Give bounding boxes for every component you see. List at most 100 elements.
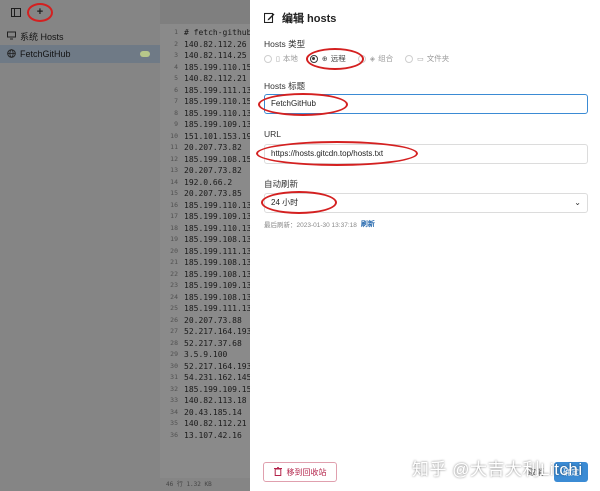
sidebar-item-label: FetchGitHub [20, 49, 71, 59]
auto-refresh-select[interactable]: 24 小时 ⌄ [264, 193, 588, 213]
line-number: 29 [170, 350, 178, 358]
code-line: 185.199.109.133 [184, 212, 250, 221]
line-number: 34 [170, 407, 178, 416]
radio-button[interactable] [405, 54, 414, 63]
enable-toggle[interactable] [140, 51, 150, 57]
plus-icon: + [36, 5, 44, 18]
line-number: 24 [170, 292, 178, 301]
line-number: 17 [170, 212, 178, 220]
code-line: 185.199.108.133 [184, 292, 250, 302]
layers-icon: ◈ [369, 55, 376, 63]
auto-refresh-label: 自动刷新 [264, 179, 299, 189]
code-line: # fetch-github-hosts [184, 28, 250, 37]
sidebar-item-fetchgithub[interactable]: FetchGitHub [0, 45, 160, 63]
code-line: 140.82.112.21 [184, 419, 247, 428]
line-number: 14 [170, 177, 178, 186]
type-option-local[interactable]: ▯ 本地 [264, 53, 298, 64]
line-number: 5 [174, 74, 178, 82]
code-line: 192.0.66.2 [184, 177, 233, 187]
code-line: 52.217.37.68 [184, 338, 242, 348]
line-number: 27 [170, 327, 178, 335]
sidebar-toggle-icon[interactable] [8, 4, 24, 20]
type-option-remote[interactable]: ⊕ 远程 [309, 53, 346, 64]
line-number: 30 [170, 361, 178, 370]
sidebar-item-system-hosts[interactable]: 系统 Hosts [0, 27, 160, 45]
code-line: 20.207.73.82 [184, 166, 242, 175]
code-line: 185.199.110.133 [184, 108, 250, 118]
line-number: 10 [170, 131, 178, 140]
line-number: 12 [170, 154, 178, 163]
code-line: 140.82.114.25 [184, 51, 247, 60]
code-line: 185.199.108.133 [184, 269, 250, 279]
code-line: 20.43.185.14 [184, 407, 242, 417]
radio-button[interactable] [264, 54, 272, 63]
line-number: 1 [174, 28, 178, 36]
edit-icon [263, 12, 276, 24]
watermark: 知乎 @大吉大利Litchi [412, 460, 583, 479]
chevron-down-icon: ⌄ [574, 198, 581, 207]
line-number: 18 [170, 223, 178, 232]
trash-icon [273, 466, 282, 478]
last-refresh-info: 最后刷新：2023-01-30 13:37:18 刷新 [264, 219, 375, 229]
code-line: 20.207.73.85 [184, 189, 242, 198]
code-line: 185.199.111.133 [184, 246, 250, 256]
code-line: 185.199.109.133 [184, 281, 250, 290]
line-number: 23 [170, 281, 178, 289]
code-line: 185.199.108.133 [184, 258, 250, 267]
type-option-label: 远程 [330, 54, 346, 63]
code-line: 185.199.108.153 [184, 154, 250, 164]
line-number: 15 [170, 189, 178, 197]
globe-icon [6, 49, 16, 59]
code-line: 185.199.110.154 [184, 62, 250, 72]
globe-icon: ⊕ [321, 55, 328, 63]
code-line: 52.217.164.193 [184, 361, 250, 371]
line-number: 25 [170, 304, 178, 312]
radio-button[interactable] [357, 54, 366, 63]
hosts-content: # fetch-github-hosts 140.82.112.26 140.82.… [184, 27, 250, 441]
code-line: 185.199.110.133 [184, 200, 250, 210]
auto-refresh-value: 24 小时 [271, 198, 299, 207]
type-option-group[interactable]: ◈ 组合 [357, 53, 394, 64]
line-number: 3 [174, 51, 178, 59]
sidebar: + 系统 Hosts FetchGitHub [0, 0, 160, 491]
code-line: 20.207.73.82 [184, 143, 242, 152]
hosts-title-input[interactable]: FetchGitHub [264, 94, 588, 114]
move-to-trash-button[interactable]: 移到回收站 [263, 462, 337, 482]
code-line: 13.107.42.16 [184, 430, 242, 440]
code-line: 151.101.153.194 [184, 131, 250, 141]
line-number: 13 [170, 166, 178, 174]
code-line: 140.82.112.26 [184, 39, 247, 49]
code-line: 3.5.9.100 [184, 350, 228, 359]
code-line: 54.231.162.145 [184, 373, 250, 382]
add-hosts-button[interactable]: + [32, 4, 48, 20]
line-number: 7 [174, 97, 178, 105]
line-number: 6 [174, 85, 178, 94]
line-number: 36 [170, 430, 178, 439]
hosts-type-radio-group: ▯ 本地 ⊕ 远程 ◈ 组合 ▭ 文件夹 [264, 53, 461, 64]
file-icon: ▯ [276, 55, 280, 63]
radio-button-checked[interactable] [309, 54, 318, 63]
line-number: 4 [174, 62, 178, 71]
code-line: 140.82.112.21 [184, 74, 247, 83]
line-number: 32 [170, 384, 178, 393]
editor-status-bar: 46 行 1.32 KB [160, 478, 250, 491]
line-number: 16 [170, 200, 178, 209]
hosts-editor[interactable]: 1 2 3 4 5 6 7 8 9 10 11 12 13 14 15 16 17 18 19 20 21 22 23 24 2… [160, 24, 250, 491]
line-number: 21 [170, 258, 178, 266]
code-line: 185.199.111.133 [184, 85, 250, 95]
line-number: 20 [170, 246, 178, 255]
code-line: 52.217.164.193 [184, 327, 250, 336]
line-number-gutter: 1 2 3 4 5 6 7 8 9 10 11 12 13 14 15 16 17 18 19 20 21 22 23 24 2… [160, 27, 178, 441]
code-line: 185.199.111.133 [184, 304, 250, 313]
url-input[interactable]: https://hosts.gitcdn.top/hosts.txt [264, 144, 588, 164]
type-option-label: 组合 [378, 54, 394, 63]
line-number: 33 [170, 396, 178, 404]
code-line: 185.199.110.153 [184, 97, 250, 106]
type-option-label: 本地 [282, 54, 298, 63]
type-option-folder[interactable]: ▭ 文件夹 [405, 53, 449, 64]
refresh-link[interactable]: 刷新 [361, 219, 375, 229]
line-number: 28 [170, 338, 178, 347]
top-toolbar: + [0, 0, 160, 24]
edit-hosts-dialog: 编辑 hosts Hosts 类型 ▯ 本地 ⊕ 远程 ◈ 组合 ▭ 文件夹 H… [250, 0, 600, 491]
code-line: 185.199.110.133 [184, 223, 250, 233]
